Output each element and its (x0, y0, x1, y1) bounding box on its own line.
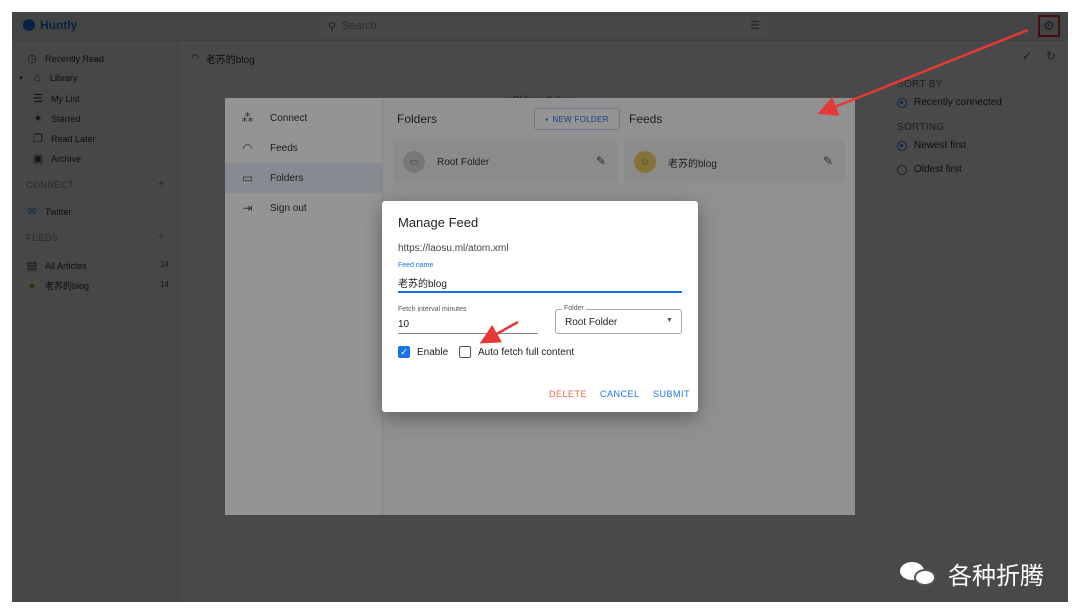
auto-fetch-checkbox[interactable]: Auto fetch full content (459, 346, 574, 358)
feed-url: https://laosu.ml/atom.xml (398, 243, 509, 254)
submit-button[interactable]: SUBMIT (653, 389, 690, 399)
app-window: Huntly ⚲ Search ☰ ⚙ ◷ Recently Read ▾ ⌂ … (12, 12, 1068, 602)
folder-select-label: Folder (562, 305, 586, 312)
dialog-title: Manage Feed (398, 215, 479, 230)
folder-select-value: Root Folder (565, 317, 618, 328)
checkbox-unchecked-icon (459, 346, 471, 358)
manage-feed-dialog: Manage Feed https://laosu.ml/atom.xml Fe… (382, 201, 698, 412)
fetch-interval-input[interactable]: 10 (398, 319, 409, 330)
watermark: 各种折腾 (900, 556, 1044, 591)
watermark-text: 各种折腾 (948, 562, 1044, 590)
feed-name-input[interactable]: 老苏的blog (398, 275, 447, 290)
dropdown-arrow-icon: ▼ (666, 317, 673, 324)
fetch-interval-underline (398, 333, 538, 334)
checkbox-checked-icon: ✓ (398, 346, 410, 358)
cancel-button[interactable]: CANCEL (600, 389, 640, 399)
auto-fetch-label: Auto fetch full content (478, 346, 575, 358)
enable-checkbox[interactable]: ✓ Enable (398, 346, 448, 358)
feed-name-underline (398, 291, 682, 293)
feed-name-label: Feed name (398, 262, 434, 269)
wechat-logo-icon (900, 559, 940, 589)
fetch-interval-label: Fetch interval minutes (398, 306, 467, 313)
enable-label: Enable (417, 346, 449, 358)
delete-button[interactable]: DELETE (549, 389, 587, 399)
